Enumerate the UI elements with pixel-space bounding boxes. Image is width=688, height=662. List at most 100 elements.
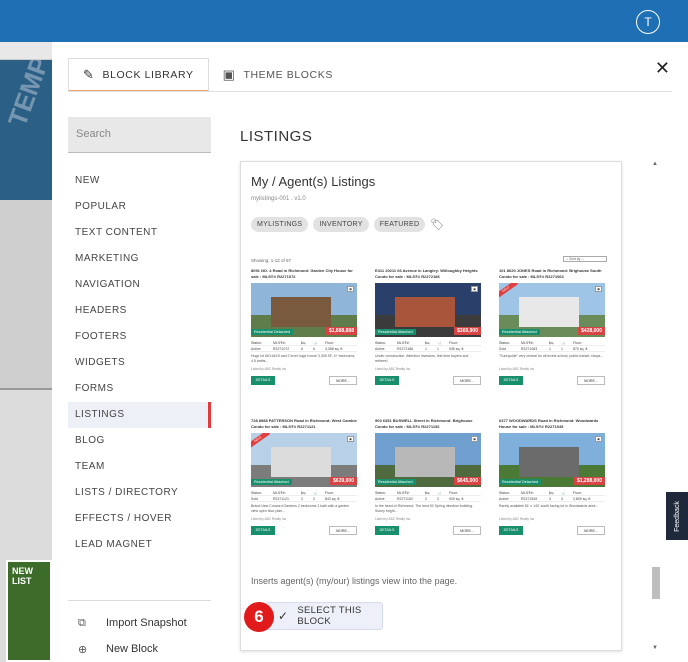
tab-block-library[interactable]: ✎ BLOCK LIBRARY: [68, 58, 209, 92]
category-new[interactable]: NEW: [68, 168, 211, 194]
category-listings[interactable]: LISTINGS: [68, 402, 211, 428]
stat-value: R2272186: [397, 347, 414, 351]
listing-photo[interactable]: ▣ Residential Attached $645,000: [375, 433, 481, 487]
listing-agency: Listed by ABC Realty Inc.: [251, 367, 287, 371]
stat-header: Status:: [251, 491, 262, 495]
stat-value: Active: [375, 497, 385, 501]
stat-header: Status:: [375, 341, 386, 345]
sidebar-actions: ⧉ Import Snapshot ⊕ New Block: [68, 600, 211, 661]
details-button[interactable]: DETAILS: [499, 526, 523, 535]
details-button[interactable]: DETAILS: [375, 526, 399, 535]
more-button[interactable]: MORE...: [329, 526, 357, 535]
stats-value-row: Active R2271072 6 6 3,358 sq. ft.: [251, 346, 357, 352]
listing-card: 6377 WOODWARDS Road in Richmond: Woodwar…: [499, 418, 607, 546]
details-button[interactable]: DETAILS: [375, 376, 399, 385]
close-icon[interactable]: ✕: [655, 58, 670, 79]
listing-title[interactable]: 101 8620 JONES Road in Richmond: Brighou…: [499, 268, 607, 279]
more-button[interactable]: MORE...: [577, 376, 605, 385]
stat-value: 6: [301, 347, 303, 351]
user-avatar[interactable]: T: [636, 10, 660, 34]
category-footers[interactable]: FOOTERS: [68, 324, 211, 350]
details-button[interactable]: DETAILS: [499, 376, 523, 385]
listing-price: $369,900: [454, 327, 481, 335]
listing-title[interactable]: 728 8988 PATTERSON Road in Richmond: Wes…: [251, 418, 359, 429]
category-team[interactable]: TEAM: [68, 454, 211, 480]
more-button[interactable]: MORE...: [453, 376, 481, 385]
listing-agency: Listed by ABC Realty Inc.: [499, 367, 535, 371]
more-button[interactable]: MORE...: [577, 526, 605, 535]
listing-card: 728 8988 PATTERSON Road in Richmond: Wes…: [251, 418, 359, 546]
listing-photo[interactable]: ▣ Residential Attached $369,900: [375, 283, 481, 337]
tag-mylistings[interactable]: MYLISTINGS: [251, 217, 309, 232]
listing-description: Brand New Concord Gardens 2 bedrooms 2 b…: [251, 504, 350, 513]
stat-header: Status:: [375, 491, 386, 495]
tab-theme-blocks[interactable]: ▣ THEME BLOCKS: [209, 58, 347, 92]
listing-title[interactable]: 903 6351 BUSWELL Street in Richmond: Bri…: [375, 418, 483, 429]
tag-featured[interactable]: FEATURED: [373, 217, 426, 232]
category-widgets[interactable]: WIDGETS: [68, 350, 211, 376]
listing-type: Residential Attached: [251, 479, 292, 485]
feedback-tab[interactable]: Feedback: [666, 492, 688, 540]
stat-value: R2271152: [397, 497, 413, 501]
stat-header: MLS®#:: [397, 341, 410, 345]
listing-title[interactable]: 8091 NO. 4 Road in Richmond: Garden City…: [251, 268, 359, 279]
listing-title[interactable]: E411 20211 66 Avenue in Langley: Willoug…: [375, 268, 483, 279]
stat-value: R2271121: [273, 497, 289, 501]
category-popular[interactable]: POPULAR: [68, 194, 211, 220]
stat-value: 2: [425, 497, 427, 501]
stat-header: MLS®#:: [397, 491, 410, 495]
editor-toolbar: [0, 42, 52, 60]
listing-photo[interactable]: SOLD ▣ Residential Attached $428,000: [499, 283, 605, 337]
category-effects-hover[interactable]: EFFECTS / HOVER: [68, 506, 211, 532]
photo-building: [271, 297, 331, 327]
tab-label: THEME BLOCKS: [243, 69, 333, 81]
more-button[interactable]: MORE...: [453, 526, 481, 535]
top-app-bar: T: [0, 0, 688, 42]
listing-price: $1,888,888: [325, 327, 357, 335]
category-text-content[interactable]: TEXT CONTENT: [68, 220, 211, 246]
search-input[interactable]: Search: [68, 117, 211, 153]
listing-title[interactable]: 6377 WOODWARDS Road in Richmond: Woodwar…: [499, 418, 607, 429]
stat-header: Floor:: [449, 491, 458, 495]
sort-select: -- Sort by --: [563, 256, 607, 262]
listing-photo[interactable]: ▣ Residential Detached $1,288,000: [499, 433, 605, 487]
bed-icon: 🛏: [301, 341, 306, 345]
details-button[interactable]: DETAILS: [251, 376, 275, 385]
category-navigation[interactable]: NAVIGATION: [68, 272, 211, 298]
category-headers[interactable]: HEADERS: [68, 298, 211, 324]
stat-value: 2,809 sq. ft.: [573, 497, 592, 501]
new-block-button[interactable]: ⊕ New Block: [68, 637, 211, 661]
photo-count-icon: ▣: [471, 286, 478, 292]
stats-value-row: Active R2271549 3 3 2,809 sq. ft.: [499, 496, 605, 502]
listing-type: Residential Attached: [375, 479, 416, 485]
listing-stats: Status: MLS®#: 🛏 🛁 Floor: Sold R2271121 …: [251, 490, 357, 502]
editor-banner: TEMPLATE: [0, 60, 52, 200]
import-snapshot-button[interactable]: ⧉ Import Snapshot: [68, 611, 211, 635]
category-marketing[interactable]: MARKETING: [68, 246, 211, 272]
stat-value: Sold: [251, 497, 259, 501]
magic-wand-icon: ✎: [83, 66, 95, 82]
select-block-button[interactable]: ✓ SELECT THIS BLOCK: [265, 602, 383, 630]
category-blog[interactable]: BLOG: [68, 428, 211, 454]
listing-photo[interactable]: ▣ Residential Detached $1,888,888: [251, 283, 357, 337]
tag-inventory[interactable]: INVENTORY: [313, 217, 369, 232]
scroll-up-arrow-icon[interactable]: ▲: [652, 161, 658, 167]
scroll-down-arrow-icon[interactable]: ▼: [652, 645, 658, 651]
stat-value: 870 sq. ft.: [573, 347, 589, 351]
stat-header: Floor:: [325, 491, 334, 495]
scrollbar[interactable]: ▲ ▼: [651, 161, 661, 651]
listing-price: $639,000: [330, 477, 357, 485]
more-button[interactable]: MORE...: [329, 376, 357, 385]
stat-header: MLS®#:: [273, 341, 286, 345]
details-button[interactable]: DETAILS: [251, 526, 275, 535]
category-lists-directory[interactable]: LISTS / DIRECTORY: [68, 480, 211, 506]
category-lead-magnet[interactable]: LEAD MAGNET: [68, 532, 211, 558]
photo-count-icon: ▣: [347, 436, 354, 442]
scroll-thumb[interactable]: [652, 567, 660, 599]
stat-value: 843 sq. ft.: [325, 497, 341, 501]
bath-icon: 🛁: [437, 491, 442, 495]
listing-photo[interactable]: SOLD ▣ Residential Attached $639,000: [251, 433, 357, 487]
category-forms[interactable]: FORMS: [68, 376, 211, 402]
modal-tabs: ✎ BLOCK LIBRARY ▣ THEME BLOCKS: [68, 58, 347, 92]
stat-value: 3: [561, 497, 563, 501]
